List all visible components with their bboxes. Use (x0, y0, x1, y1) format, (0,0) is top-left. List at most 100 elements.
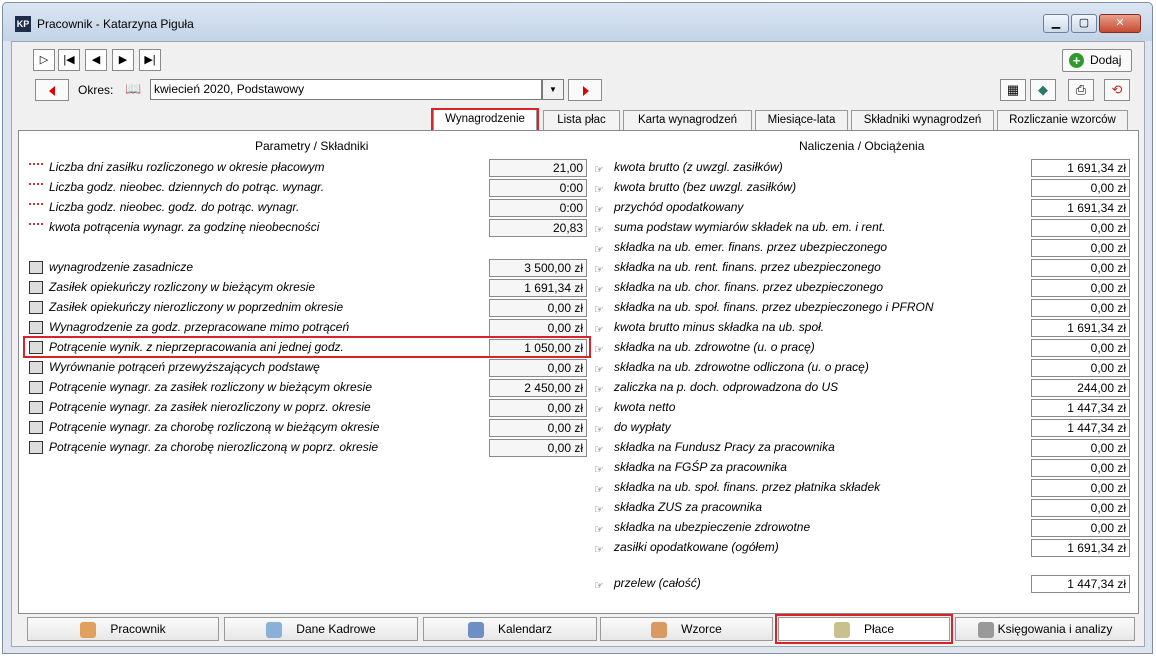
tab-ksiegowania[interactable]: Księgowania i analizy (955, 617, 1135, 641)
hand-icon: ☞ (594, 364, 604, 377)
component-row-value[interactable]: 0,00 zł (489, 319, 587, 337)
chevron-down-icon[interactable]: ▼ (542, 79, 564, 100)
charge-row-value[interactable]: 0,00 zł (1031, 339, 1130, 357)
close-button[interactable]: ✕ (1099, 14, 1141, 33)
param-row-value[interactable]: 0:00 (489, 199, 587, 217)
component-row-value[interactable]: 0,00 zł (489, 399, 587, 417)
charge-row-value[interactable]: 0,00 zł (1031, 519, 1130, 537)
tab-miesiace-lata[interactable]: Miesiące-lata (755, 110, 848, 130)
charge-row-value[interactable]: 0,00 zł (1031, 299, 1130, 317)
component-row: Potrącenie wynagr. za zasiłek rozliczony… (29, 378, 372, 396)
calculator-icon: ▦ (1006, 82, 1020, 97)
charge-row-value[interactable]: 1 691,34 zł (1031, 539, 1130, 557)
charge-row-label: przychód opodatkowany (614, 200, 744, 214)
param-row-label: Liczba godz. nieobec. dziennych do potrą… (49, 180, 325, 194)
person-icon (80, 621, 97, 638)
component-icon (29, 401, 43, 415)
component-row-value[interactable]: 1 691,34 zł (489, 279, 587, 297)
app-icon: KP (15, 16, 31, 32)
charge-row-value[interactable]: 0,00 zł (1031, 219, 1130, 237)
charge-row-value[interactable]: 0,00 zł (1031, 279, 1130, 297)
charge-row-value[interactable]: 1 691,34 zł (1031, 159, 1130, 177)
component-row-label: Potrącenie wynagr. za zasiłek rozliczony… (49, 380, 373, 394)
total-row-label: przelew (całość) (614, 576, 701, 590)
hand-icon: ☞ (594, 184, 604, 197)
tab-rozliczanie-wzorcow[interactable]: Rozliczanie wzorców (997, 110, 1128, 130)
add-button[interactable]: + Dodaj (1062, 49, 1132, 72)
maximize-button[interactable]: ▢ (1071, 14, 1097, 33)
tab-kalendarz[interactable]: Kalendarz (423, 617, 597, 641)
param-row-value[interactable]: 21,00 (489, 159, 587, 177)
charge-row-label: kwota brutto (z uwzgl. zasiłków) (614, 160, 783, 174)
charge-row-value[interactable]: 1 691,34 zł (1031, 199, 1130, 217)
tab-pracownik[interactable]: Pracownik (27, 617, 219, 641)
highlight-bottom-tab (775, 614, 953, 644)
next-record-button[interactable]: ▶ (112, 49, 134, 71)
component-icon (29, 281, 43, 295)
tab-pracownik-label: Pracownik (110, 622, 166, 636)
charge-row-value[interactable]: 0,00 zł (1031, 259, 1130, 277)
hand-icon: ☞ (594, 524, 604, 537)
charge-row-label: składka na FGŚP za pracownika (614, 460, 787, 474)
param-icon (29, 222, 43, 229)
charge-row: ☞ zasiłki opodatkowane (ogółem) (594, 538, 779, 556)
last-record-button[interactable]: ▶| (139, 49, 161, 71)
refresh-icon: ⟲ (1111, 82, 1123, 97)
books-button[interactable]: ◆ (1030, 79, 1056, 101)
charge-row-value[interactable]: 0,00 zł (1031, 459, 1130, 477)
component-row-value[interactable]: 0,00 zł (489, 359, 587, 377)
tab-skladniki-wynagrodzen[interactable]: Składniki wynagrodzeń (851, 110, 994, 130)
tab-dane-kadrowe[interactable]: Dane Kadrowe (224, 617, 418, 641)
component-row-value[interactable]: 0,00 zł (489, 439, 587, 457)
next-period-button[interactable] (568, 79, 602, 101)
charge-row: ☞ kwota brutto (bez uwzgl. zasiłków) (594, 178, 796, 196)
hand-icon: ☞ (594, 344, 604, 357)
charge-row-value[interactable]: 1 447,34 zł (1031, 419, 1130, 437)
component-row-value[interactable]: 0,00 zł (489, 299, 587, 317)
charge-row-value[interactable]: 1 691,34 zł (1031, 319, 1130, 337)
charge-row-label: składka na ub. emer. finans. przez ubezp… (614, 240, 888, 254)
okres-label: Okres: (78, 83, 114, 97)
charge-row-value[interactable]: 0,00 zł (1031, 359, 1130, 377)
tab-lista-plac[interactable]: Lista płac (543, 110, 620, 130)
param-row-label: kwota potrącenia wynagr. za godzinę nieo… (49, 220, 320, 234)
charge-row: ☞ zaliczka na p. doch. odprowadzona do US (594, 378, 838, 396)
charge-row: ☞ kwota netto (594, 398, 675, 416)
component-row: Potrącenie wynagr. za zasiłek nierozlicz… (29, 398, 371, 416)
component-row: wynagrodzenie zasadnicze (29, 258, 193, 276)
okres-select[interactable]: kwiecień 2020, Podstawowy (150, 79, 542, 100)
charge-row: ☞ składka na ub. rent. finans. przez ubez… (594, 258, 881, 276)
tab-wzorce[interactable]: Wzorce (600, 617, 773, 641)
first-record-button[interactable]: |◀ (58, 49, 80, 71)
minimize-button[interactable]: ▁ (1043, 14, 1069, 33)
charge-row-label: składka na Fundusz Pracy za pracownika (614, 440, 835, 454)
charge-row: ☞ kwota brutto (z uwzgl. zasiłków) (594, 158, 783, 176)
charge-row: ☞ składka na FGŚP za pracownika (594, 458, 787, 476)
prev-period-button[interactable] (35, 79, 69, 101)
calculator-button[interactable]: ▦ (1000, 79, 1026, 101)
component-row-value[interactable]: 2 450,00 zł (489, 379, 587, 397)
total-row-value[interactable]: 1 447,34 zł (1031, 575, 1130, 593)
charge-row-value[interactable]: 244,00 zł (1031, 379, 1130, 397)
charge-row-label: składka na ub. zdrowotne (u. o pracę) (614, 340, 815, 354)
hand-icon: ☞ (594, 580, 604, 593)
charge-row-value[interactable]: 0,00 zł (1031, 479, 1130, 497)
new-record-button[interactable]: ▷ (33, 49, 55, 71)
param-row-value[interactable]: 0:00 (489, 179, 587, 197)
refresh-button[interactable]: ⟲ (1104, 79, 1130, 101)
component-row-value[interactable]: 0,00 zł (489, 419, 587, 437)
charge-row-value[interactable]: 0,00 zł (1031, 179, 1130, 197)
charge-row-value[interactable]: 0,00 zł (1031, 439, 1130, 457)
charge-row-value[interactable]: 0,00 zł (1031, 239, 1130, 257)
print-button[interactable]: ⎙ (1068, 79, 1094, 101)
component-row: Potrącenie wynagr. za chorobę rozliczoną… (29, 418, 379, 436)
tab-karta-wynagrodzen[interactable]: Karta wynagrodzeń (623, 110, 752, 130)
charge-row: ☞ składka na ub. zdrowotne (u. o pracę) (594, 338, 815, 356)
charge-row-value[interactable]: 0,00 zł (1031, 499, 1130, 517)
component-row-value[interactable]: 3 500,00 zł (489, 259, 587, 277)
tab-ksiegowania-label: Księgowania i analizy (997, 622, 1113, 636)
prev-record-button[interactable]: ◀ (85, 49, 107, 71)
param-row-value[interactable]: 20,83 (489, 219, 587, 237)
charge-row-value[interactable]: 1 447,34 zł (1031, 399, 1130, 417)
window-title: Pracownik - Katarzyna Piguła (37, 17, 194, 31)
